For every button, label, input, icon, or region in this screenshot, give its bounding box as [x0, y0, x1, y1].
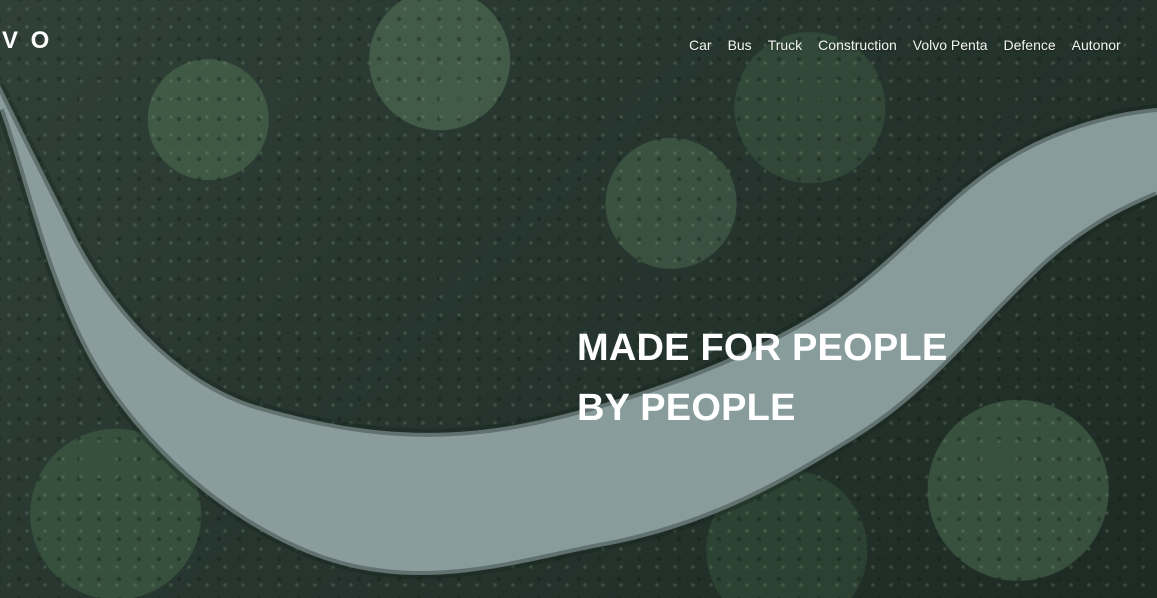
nav-item-truck[interactable]: Truck	[768, 36, 802, 54]
headline-line-1: MADE FOR PEOPLE	[577, 327, 948, 369]
nav-item-defence[interactable]: Defence	[1004, 36, 1056, 54]
headline-line-2: BY PEOPLE	[577, 387, 796, 429]
nav-item-volvo-penta[interactable]: Volvo Penta	[913, 36, 988, 54]
nav-item-bus[interactable]: Bus	[728, 36, 752, 54]
page: V O Car Bus Truck Construction Volvo Pen…	[0, 0, 1157, 598]
nav-item-autonomous[interactable]: Autonor	[1072, 36, 1121, 54]
logo-text[interactable]: V O	[2, 27, 52, 55]
hero-background-image	[0, 0, 1157, 598]
river-image	[0, 83, 1157, 579]
site-header: V O Car Bus Truck Construction Volvo Pen…	[0, 0, 1157, 80]
nav-item-car[interactable]: Car	[689, 36, 712, 54]
hero-headline: MADE FOR PEOPLE BY PEOPLE	[577, 318, 947, 438]
main-navigation: Car Bus Truck Construction Volvo Penta D…	[689, 36, 1121, 54]
nav-item-construction[interactable]: Construction	[818, 36, 897, 54]
